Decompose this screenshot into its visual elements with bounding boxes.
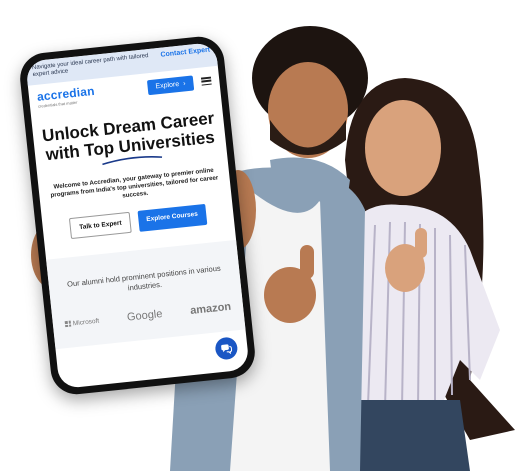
contact-expert-link[interactable]: Contact Expert [160,47,210,59]
hero-section: Unlock Dream Career with Top Universitie… [31,94,234,242]
company-logos: Microsoft Google amazon [60,300,235,330]
hero-description: Welcome to Accredian, your gateway to pr… [50,166,219,200]
phone-mockup: Navigate your ideal career path with tai… [17,34,258,397]
google-logo: Google [126,307,163,324]
explore-courses-button[interactable]: Explore Courses [137,203,207,232]
hamburger-menu-icon[interactable] [200,76,212,86]
alumni-section: Our alumni hold prominent positions in v… [46,239,246,350]
explore-button-label: Explore [155,80,180,90]
microsoft-icon [64,320,72,328]
accredian-logo[interactable]: accredian credentials that matter [36,83,96,108]
amazon-logo: amazon [189,300,232,317]
microsoft-logo: Microsoft [64,317,100,328]
chevron-right-icon: › [182,79,186,87]
talk-to-expert-button[interactable]: Talk to Expert [69,211,132,240]
explore-button[interactable]: Explore › [146,74,195,95]
phone-call-icon[interactable] [214,336,239,361]
phone-screen: Navigate your ideal career path with tai… [25,41,250,390]
chat-call-icon [221,344,233,355]
alumni-text: Our alumni hold prominent positions in v… [66,263,222,293]
